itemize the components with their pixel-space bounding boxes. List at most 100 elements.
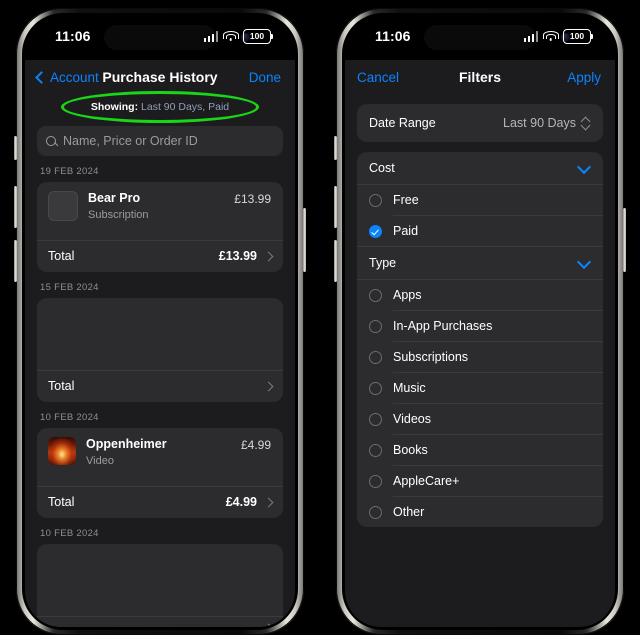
chevron-right-icon bbox=[263, 381, 274, 391]
app-artwork-icon bbox=[48, 191, 78, 221]
back-button-label: Account bbox=[50, 69, 99, 85]
filter-option-videos[interactable]: Videos bbox=[357, 404, 603, 434]
search-placeholder: Name, Price or Order ID bbox=[63, 134, 198, 148]
purchase-card[interactable]: Total bbox=[37, 298, 283, 402]
total-label: Total bbox=[48, 379, 75, 393]
item-title: Oppenheimer bbox=[86, 437, 167, 451]
radio-button[interactable] bbox=[369, 193, 382, 207]
radio-button[interactable] bbox=[369, 381, 382, 395]
order-total-row[interactable]: Total £13.99 bbox=[37, 241, 283, 272]
radio-button[interactable] bbox=[369, 319, 382, 333]
purchase-item-row[interactable]: Bear Pro Subscription £13.99 bbox=[37, 182, 283, 240]
total-amount: £13.99 bbox=[218, 249, 257, 263]
filter-option-subscriptions[interactable]: Subscriptions bbox=[357, 342, 603, 372]
filter-option-apps[interactable]: Apps bbox=[357, 280, 603, 310]
left-screen: 11:06 100 Account Purchase History Done … bbox=[25, 16, 295, 627]
purchase-item-row[interactable] bbox=[37, 544, 283, 616]
option-label: Free bbox=[393, 193, 419, 207]
radio-button[interactable] bbox=[369, 474, 382, 488]
apply-button[interactable]: Apply bbox=[567, 70, 601, 85]
option-label: Subscriptions bbox=[393, 350, 469, 364]
silence-switch-left[interactable] bbox=[14, 136, 17, 160]
done-button[interactable]: Done bbox=[249, 70, 281, 85]
volume-down-button-left[interactable] bbox=[14, 240, 17, 282]
cancel-button[interactable]: Cancel bbox=[357, 70, 399, 85]
status-indicators: 100 bbox=[203, 29, 273, 44]
purchase-item-row[interactable] bbox=[37, 298, 283, 370]
page-title: Purchase History bbox=[102, 69, 218, 85]
battery-level: 100 bbox=[249, 31, 265, 42]
page-title: Filters bbox=[458, 69, 501, 85]
showing-value: Last 90 Days, Paid bbox=[138, 101, 230, 113]
radio-button-selected[interactable] bbox=[369, 224, 382, 238]
silence-switch-right[interactable] bbox=[334, 136, 337, 160]
volume-down-button-right[interactable] bbox=[334, 240, 337, 282]
filter-option-music[interactable]: Music bbox=[357, 373, 603, 403]
filter-option-in-app-purchases[interactable]: In-App Purchases bbox=[357, 311, 603, 341]
option-label: Apps bbox=[393, 288, 422, 302]
purchase-item-row[interactable]: Oppenheimer Video £4.99 bbox=[37, 428, 283, 486]
movie-artwork-icon bbox=[48, 437, 76, 465]
option-label: Books bbox=[393, 443, 428, 457]
date-header: 10 FEB 2024 bbox=[40, 528, 99, 539]
cellular-bars-icon bbox=[523, 31, 538, 42]
battery-icon: 100 bbox=[243, 29, 273, 44]
status-bar-right: 11:06 100 bbox=[345, 16, 615, 60]
filter-option-paid[interactable]: Paid bbox=[357, 216, 603, 246]
option-label: Videos bbox=[393, 412, 431, 426]
radio-button[interactable] bbox=[369, 505, 382, 519]
total-label: Total bbox=[48, 249, 75, 263]
chevron-down-icon[interactable] bbox=[576, 254, 592, 269]
wifi-icon bbox=[542, 31, 559, 42]
chevron-right-icon bbox=[263, 251, 274, 261]
right-screen: 11:06 100 Cancel Filters Apply Date Rang… bbox=[345, 16, 615, 627]
item-subtitle: Subscription bbox=[88, 208, 149, 221]
showing-prefix: Showing: bbox=[90, 101, 139, 113]
date-range-label: Date Range bbox=[369, 116, 436, 130]
back-button-account[interactable]: Account bbox=[35, 69, 99, 85]
search-input[interactable]: Name, Price or Order ID bbox=[37, 126, 283, 156]
screenshot-stage: 11:06 100 Account Purchase History Done … bbox=[0, 0, 640, 635]
radio-button[interactable] bbox=[369, 443, 382, 457]
power-button-left[interactable] bbox=[303, 208, 306, 272]
order-total-row[interactable] bbox=[37, 617, 283, 627]
showing-text: Showing: Last 90 Days, Paid bbox=[91, 101, 229, 113]
filter-option-free[interactable]: Free bbox=[357, 185, 603, 215]
section-header-cost[interactable]: Cost bbox=[357, 152, 603, 184]
total-label: Total bbox=[48, 495, 75, 509]
radio-button[interactable] bbox=[369, 288, 382, 302]
showing-filter-summary[interactable]: Showing: Last 90 Days, Paid bbox=[25, 91, 295, 123]
item-title: Bear Pro bbox=[88, 191, 141, 205]
status-bar-left: 11:06 100 bbox=[25, 16, 295, 60]
volume-up-button-right[interactable] bbox=[334, 186, 337, 228]
battery-icon: 100 bbox=[563, 29, 593, 44]
radio-button[interactable] bbox=[369, 350, 382, 364]
purchase-card[interactable]: Oppenheimer Video £4.99 Total £4.99 bbox=[37, 428, 283, 518]
option-label: In-App Purchases bbox=[393, 319, 493, 333]
section-header-type[interactable]: Type bbox=[357, 247, 603, 279]
item-price: £13.99 bbox=[234, 192, 271, 206]
option-label: Other bbox=[393, 505, 425, 519]
cellular-bars-icon bbox=[203, 31, 218, 42]
item-price: £4.99 bbox=[240, 438, 271, 452]
order-total-row[interactable]: Total bbox=[37, 371, 283, 402]
filter-option-applecare[interactable]: AppleCare+ bbox=[357, 466, 603, 496]
order-total-row[interactable]: Total £4.99 bbox=[37, 487, 283, 518]
filters-view: Cancel Filters Apply Date Range Last 90 … bbox=[345, 60, 615, 627]
purchase-card[interactable]: Bear Pro Subscription £13.99 Total £13.9… bbox=[37, 182, 283, 272]
chevron-left-icon bbox=[35, 70, 48, 84]
filter-options-card[interactable]: Cost Free Paid Type Apps In-App Purchase… bbox=[357, 152, 603, 527]
date-range-row[interactable]: Date Range Last 90 Days bbox=[357, 104, 603, 142]
filter-option-other[interactable]: Other bbox=[357, 497, 603, 527]
status-time: 11:06 bbox=[375, 28, 411, 44]
chevron-down-icon[interactable] bbox=[576, 159, 592, 174]
search-icon bbox=[46, 135, 57, 147]
volume-up-button-left[interactable] bbox=[14, 186, 17, 228]
power-button-right[interactable] bbox=[623, 208, 626, 272]
filter-option-books[interactable]: Books bbox=[357, 435, 603, 465]
radio-button[interactable] bbox=[369, 412, 382, 426]
purchase-card[interactable] bbox=[37, 544, 283, 627]
option-label: Music bbox=[393, 381, 426, 395]
date-range-card[interactable]: Date Range Last 90 Days bbox=[357, 104, 603, 142]
purchase-list[interactable]: 19 FEB 2024 Bear Pro Subscription £13.99 bbox=[25, 156, 295, 627]
